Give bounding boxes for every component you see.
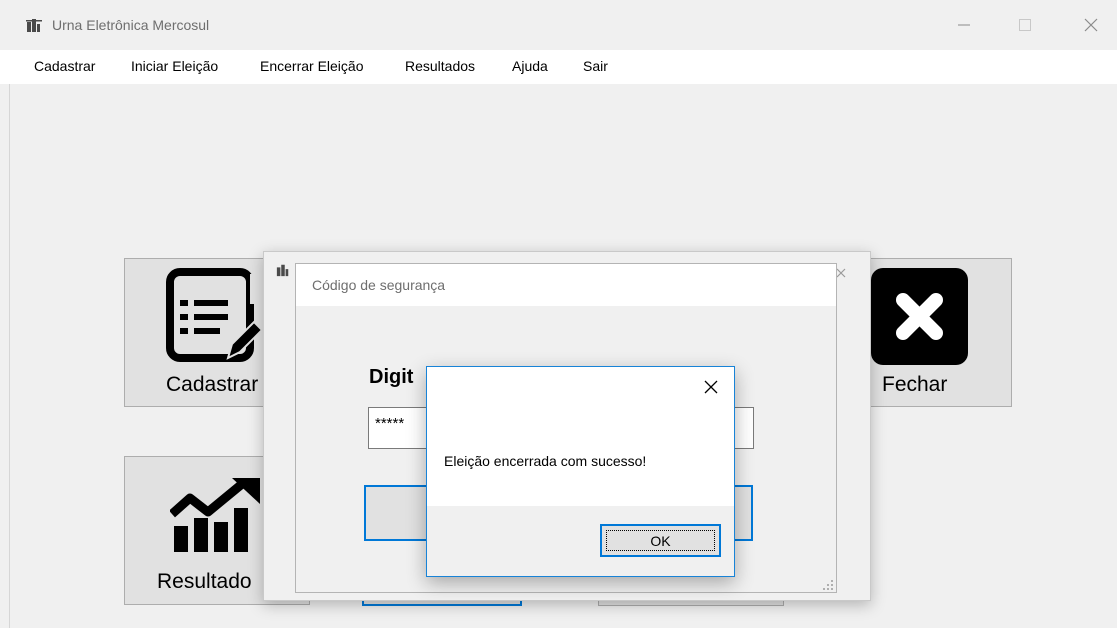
maximize-icon xyxy=(1019,19,1031,31)
resultados-tile-label: Resultado xyxy=(157,570,252,593)
resize-grip-icon[interactable] xyxy=(822,578,834,590)
focus-rectangle xyxy=(606,530,715,551)
menu-iniciar-eleicao[interactable]: Iniciar Eleição xyxy=(129,58,220,74)
chart-trend-icon xyxy=(169,478,262,554)
close-icon xyxy=(1084,18,1098,32)
security-dialog-outer-close-icon[interactable] xyxy=(836,265,846,283)
ok-button[interactable]: OK xyxy=(600,524,721,557)
minimize-button[interactable] xyxy=(939,0,989,50)
menu-ajuda[interactable]: Ajuda xyxy=(510,58,550,74)
left-window-edge xyxy=(0,0,10,628)
close-window-button[interactable] xyxy=(1066,0,1116,50)
minimize-icon xyxy=(958,24,970,26)
menu-encerrar-eleicao[interactable]: Encerrar Eleição xyxy=(258,58,366,74)
message-box-close-button[interactable] xyxy=(698,374,724,400)
close-icon xyxy=(704,380,718,394)
menu-sair[interactable]: Sair xyxy=(581,58,610,74)
cadastrar-tile-label: Cadastrar xyxy=(166,373,259,396)
security-dialog-title: Código de segurança xyxy=(312,277,446,293)
app-ballot-icon xyxy=(26,17,42,33)
message-text: Eleição encerrada com sucesso! xyxy=(444,453,647,469)
fechar-tile-label: Fechar xyxy=(882,373,948,396)
security-code-prompt: Digit xyxy=(369,366,414,388)
form-edit-icon xyxy=(166,268,264,368)
close-x-icon xyxy=(871,268,968,365)
menu-cadastrar[interactable]: Cadastrar xyxy=(32,58,97,74)
window-title: Urna Eletrônica Mercosul xyxy=(52,17,210,33)
maximize-button[interactable] xyxy=(1000,0,1050,50)
security-dialog-app-icon xyxy=(276,263,290,282)
menu-resultados[interactable]: Resultados xyxy=(403,58,477,74)
